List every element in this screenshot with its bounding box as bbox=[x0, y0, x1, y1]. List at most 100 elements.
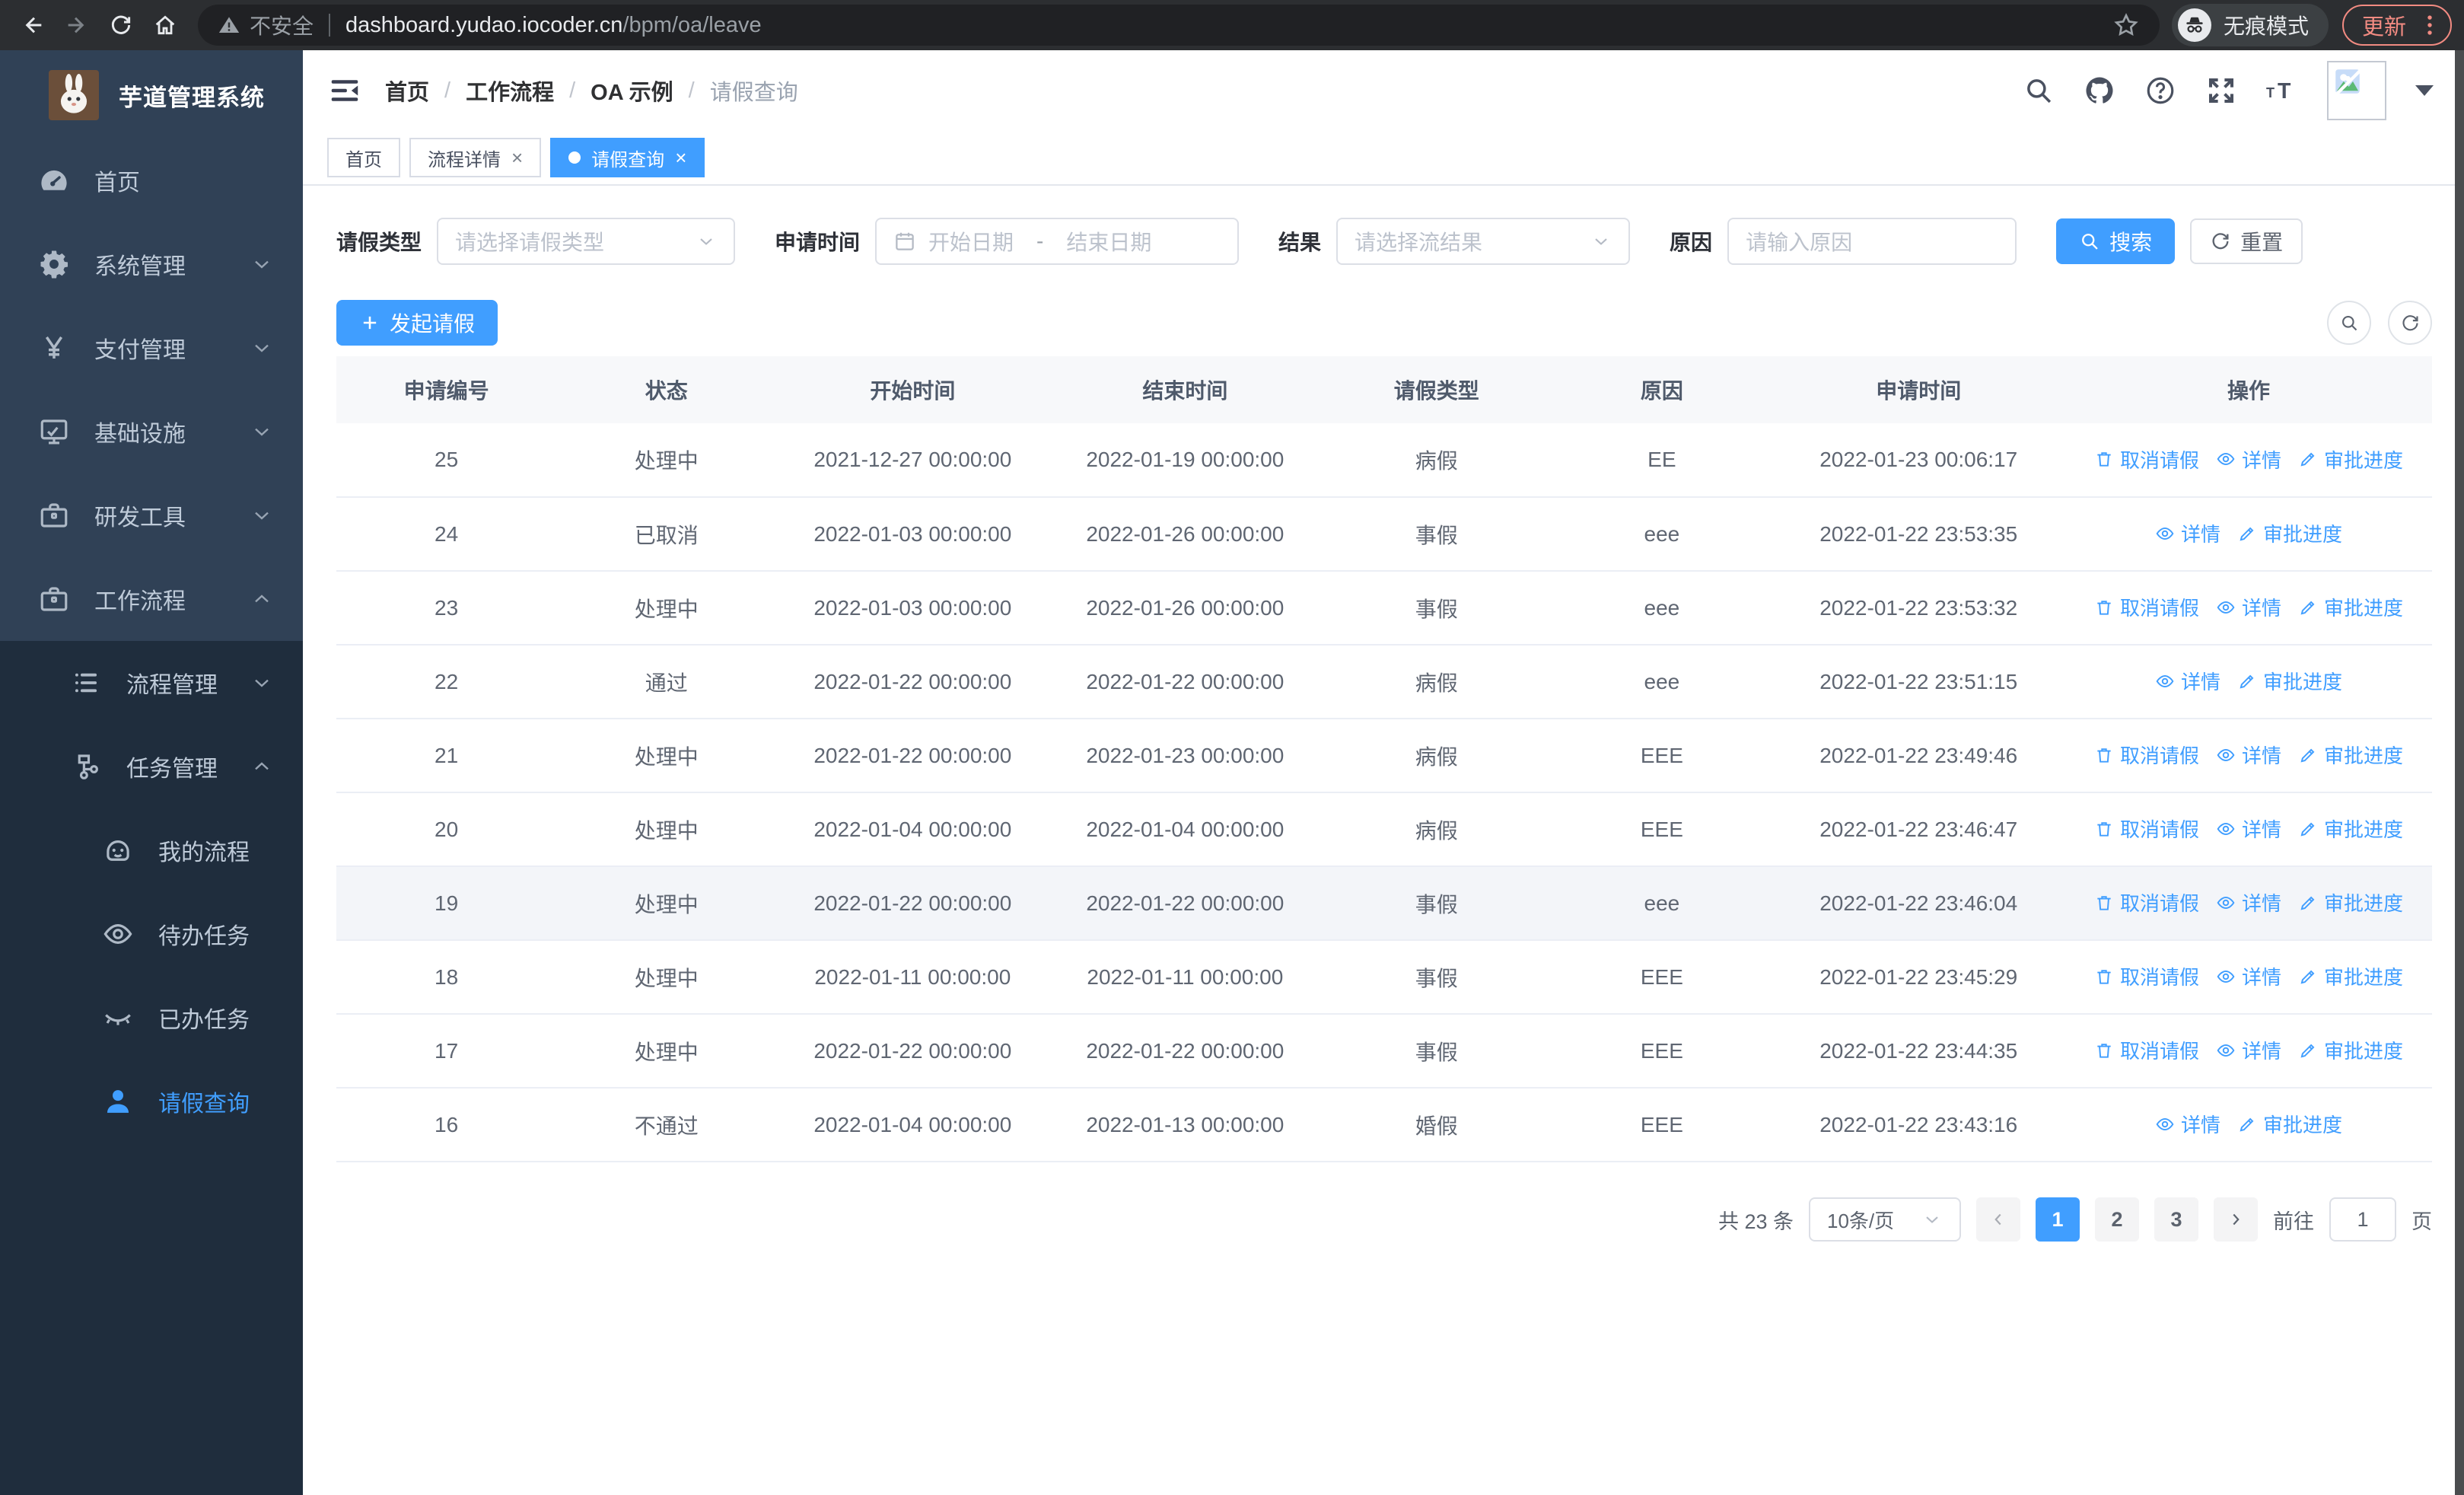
cancel-action-link[interactable]: 取消请假 bbox=[2094, 962, 2199, 990]
page-button-3[interactable]: 3 bbox=[2154, 1197, 2198, 1242]
sidebar-item-my-process[interactable]: 我的流程 bbox=[0, 808, 303, 892]
cancel-action-link[interactable]: 取消请假 bbox=[2094, 814, 2199, 843]
sidebar-item-payment[interactable]: 支付管理 bbox=[0, 306, 303, 390]
bookmark-star-icon[interactable] bbox=[2112, 11, 2140, 39]
sidebar-item-todo-tasks[interactable]: 待办任务 bbox=[0, 892, 303, 976]
github-icon[interactable] bbox=[2084, 75, 2115, 107]
sidebar-item-home[interactable]: 首页 bbox=[0, 139, 303, 222]
search-icon[interactable] bbox=[2023, 75, 2055, 107]
tab-leave-query[interactable]: 请假查询 × bbox=[550, 138, 705, 177]
refresh-table-button[interactable] bbox=[2388, 301, 2432, 345]
user-icon bbox=[102, 1085, 134, 1117]
detail-action-link[interactable]: 详情 bbox=[2155, 1110, 2220, 1138]
cancel-action-link[interactable]: 取消请假 bbox=[2094, 741, 2199, 769]
cell-type: 事假 bbox=[1321, 1014, 1552, 1089]
detail-action-link[interactable]: 详情 bbox=[2216, 814, 2281, 843]
page-button-2[interactable]: 2 bbox=[2095, 1197, 2139, 1242]
cell-end: 2022-01-22 00:00:00 bbox=[1049, 1014, 1322, 1089]
cell-apply_time: 2022-01-22 23:43:16 bbox=[1772, 1088, 2065, 1162]
cell-type: 事假 bbox=[1321, 866, 1552, 941]
breadcrumb-item[interactable]: 工作流程 bbox=[466, 75, 554, 107]
breadcrumb: 首页 / 工作流程 / OA 示例 / 请假查询 bbox=[385, 75, 798, 107]
sidebar-item-task-management[interactable]: 任务管理 bbox=[0, 725, 303, 808]
close-tab-icon[interactable]: × bbox=[675, 148, 686, 167]
sidebar-item-leave-query[interactable]: 请假查询 bbox=[0, 1060, 303, 1143]
reload-icon[interactable] bbox=[100, 5, 142, 46]
sidebar-item-done-tasks[interactable]: 已办任务 bbox=[0, 976, 303, 1060]
detail-action-link[interactable]: 详情 bbox=[2216, 962, 2281, 990]
next-page-button[interactable] bbox=[2214, 1197, 2258, 1242]
progress-action-link[interactable]: 审批进度 bbox=[2298, 1036, 2403, 1064]
sidebar-item-system[interactable]: 系统管理 bbox=[0, 222, 303, 306]
detail-action-link[interactable]: 详情 bbox=[2155, 667, 2220, 695]
cell-type: 病假 bbox=[1321, 423, 1552, 498]
reason-input[interactable]: 请输入原因 bbox=[1727, 218, 2017, 265]
forward-icon[interactable] bbox=[56, 5, 97, 46]
tab-home[interactable]: 首页 bbox=[327, 138, 400, 177]
progress-action-link[interactable]: 审批进度 bbox=[2298, 814, 2403, 843]
url-bar[interactable]: 不安全 dashboard.yudao.iocoder.cn/bpm/oa/le… bbox=[198, 5, 2160, 46]
home-icon[interactable] bbox=[145, 5, 186, 46]
detail-action-link[interactable]: 详情 bbox=[2216, 888, 2281, 916]
cancel-action-link[interactable]: 取消请假 bbox=[2094, 1036, 2199, 1064]
sidebar-item-label: 首页 bbox=[94, 171, 140, 196]
progress-action-link[interactable]: 审批进度 bbox=[2298, 593, 2403, 621]
cell-start: 2022-01-03 00:00:00 bbox=[776, 497, 1049, 572]
progress-action-link[interactable]: 审批进度 bbox=[2298, 888, 2403, 916]
update-button[interactable]: 更新 bbox=[2341, 5, 2452, 46]
scrollbar[interactable] bbox=[2455, 50, 2464, 1495]
detail-action-link[interactable]: 详情 bbox=[2216, 593, 2281, 621]
progress-action-link[interactable]: 审批进度 bbox=[2298, 962, 2403, 990]
progress-action-link[interactable]: 审批进度 bbox=[2237, 519, 2342, 547]
cancel-action-link[interactable]: 取消请假 bbox=[2094, 593, 2199, 621]
page-size-select[interactable]: 10条/页 bbox=[1809, 1197, 1961, 1242]
help-icon[interactable] bbox=[2144, 75, 2176, 107]
prev-page-button[interactable] bbox=[1976, 1197, 2020, 1242]
collapse-sidebar-icon[interactable] bbox=[327, 73, 362, 108]
detail-action-link[interactable]: 详情 bbox=[2216, 1036, 2281, 1064]
breadcrumb-item[interactable]: 首页 bbox=[385, 75, 429, 107]
reset-button[interactable]: 重置 bbox=[2190, 218, 2303, 264]
cell-reason: eee bbox=[1552, 645, 1772, 719]
eye-icon bbox=[2216, 893, 2236, 913]
sidebar-item-process-management[interactable]: 流程管理 bbox=[0, 641, 303, 725]
chevron-down-icon[interactable] bbox=[2415, 85, 2434, 96]
kebab-menu-icon[interactable] bbox=[2417, 12, 2443, 38]
create-leave-button[interactable]: 发起请假 bbox=[336, 300, 498, 346]
action-label: 详情 bbox=[2241, 966, 2281, 990]
tab-process-detail[interactable]: 流程详情 × bbox=[409, 138, 542, 177]
avatar[interactable] bbox=[2327, 61, 2386, 120]
page-button-1[interactable]: 1 bbox=[2036, 1197, 2080, 1242]
detail-action-link[interactable]: 详情 bbox=[2216, 741, 2281, 769]
cancel-action-link[interactable]: 取消请假 bbox=[2094, 445, 2199, 473]
progress-action-link[interactable]: 审批进度 bbox=[2237, 1110, 2342, 1138]
pencil-icon bbox=[2237, 671, 2257, 691]
close-tab-icon[interactable]: × bbox=[511, 148, 523, 167]
sidebar-item-workflow[interactable]: 工作流程 bbox=[0, 557, 303, 641]
fullscreen-icon[interactable] bbox=[2205, 75, 2237, 107]
font-size-icon[interactable]: TT bbox=[2266, 75, 2298, 107]
sidebar-item-infrastructure[interactable]: 基础设施 bbox=[0, 390, 303, 473]
cancel-action-link[interactable]: 取消请假 bbox=[2094, 888, 2199, 916]
eye-icon bbox=[2216, 598, 2236, 617]
progress-action-link[interactable]: 审批进度 bbox=[2237, 667, 2342, 695]
result-select[interactable]: 请选择流结果 bbox=[1336, 218, 1631, 265]
sidebar-item-dev-tools[interactable]: 研发工具 bbox=[0, 473, 303, 557]
leave-type-select[interactable]: 请选择请假类型 bbox=[437, 218, 736, 265]
goto-page-input[interactable] bbox=[2329, 1197, 2396, 1242]
sidebar-item-label: 基础设施 bbox=[94, 422, 186, 447]
show-search-button[interactable] bbox=[2327, 301, 2371, 345]
trash-icon bbox=[2094, 893, 2114, 913]
progress-action-link[interactable]: 审批进度 bbox=[2298, 741, 2403, 769]
search-button[interactable]: 搜索 bbox=[2056, 218, 2176, 264]
action-label: 取消请假 bbox=[2119, 597, 2199, 620]
back-icon[interactable] bbox=[12, 5, 53, 46]
breadcrumb-item[interactable]: OA 示例 bbox=[591, 75, 673, 107]
not-secure-label: 不安全 bbox=[250, 14, 314, 38]
detail-action-link[interactable]: 详情 bbox=[2155, 519, 2220, 547]
apply-time-range-picker[interactable]: 开始日期 - 结束日期 bbox=[875, 218, 1240, 265]
detail-action-link[interactable]: 详情 bbox=[2216, 445, 2281, 473]
monitor-icon bbox=[38, 416, 70, 448]
cell-status: 已取消 bbox=[556, 497, 777, 572]
progress-action-link[interactable]: 审批进度 bbox=[2298, 445, 2403, 473]
